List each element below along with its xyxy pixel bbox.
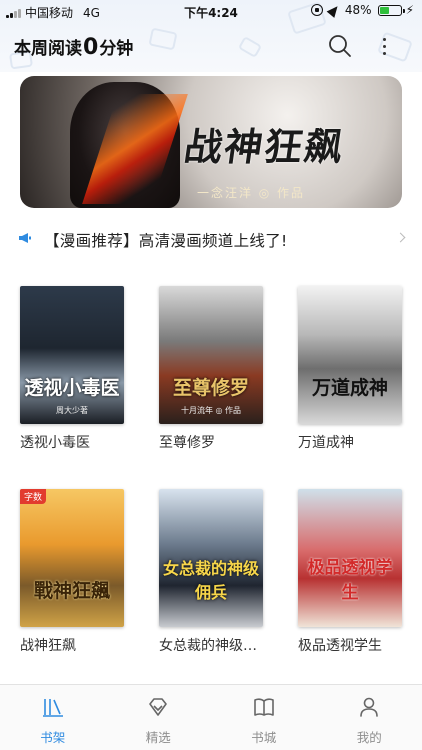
reading-minutes-count: 0 [83, 35, 99, 60]
book-title: 极品透视学生 [298, 638, 382, 654]
person-icon [360, 697, 379, 717]
more-dot-icon [382, 44, 386, 48]
book-title: 透视小毒医 [20, 435, 90, 451]
chevron-right-icon [395, 232, 406, 243]
page-title: 本周阅读 0 分钟 [14, 34, 133, 60]
book-title: 至尊修罗 [159, 435, 215, 451]
banner-author: 一念汪洋 ◎ 作品 [196, 186, 306, 200]
bottom-tab-bar: 书架 精选 书城 我的 [0, 684, 422, 750]
book-item[interactable]: 透视小毒医 周大少著 透视小毒医 [20, 286, 124, 452]
cover-tag: 字数 [20, 489, 47, 504]
book-item[interactable]: 万道成神 万道成神 [298, 286, 402, 452]
status-bar-right: 48% ⚡ [310, 2, 414, 18]
reading-title-suffix: 分钟 [99, 39, 134, 59]
book-item[interactable]: 极品透视学生 极品透视学生 [298, 489, 402, 655]
book-cover: 透视小毒医 周大少著 [20, 286, 124, 424]
book-cover: 极品透视学生 [298, 489, 402, 627]
tab-featured[interactable]: 精选 [106, 685, 212, 750]
book-item[interactable]: 至尊修罗 十月流年 ◎ 作品 至尊修罗 [159, 286, 263, 452]
cover-title: 极品透视学生 [307, 558, 393, 603]
title-row: 本周阅读 0 分钟 [0, 26, 422, 66]
location-icon [326, 2, 342, 18]
more-dot-icon [382, 37, 386, 41]
tab-label: 我的 [356, 730, 382, 745]
cover-title: 透视小毒医 [24, 377, 120, 399]
tab-label: 书架 [40, 730, 66, 745]
cover-title: 女总裁的神级佣兵 [163, 559, 260, 602]
promo-banner[interactable]: 战神狂飙 一念汪洋 ◎ 作品 [20, 76, 402, 208]
battery-icon [377, 4, 405, 16]
battery-fill [379, 6, 390, 14]
cover-title: 万道成神 [311, 377, 388, 399]
bookshelf-icon [42, 699, 63, 717]
cover-author: 周大少著 [56, 406, 88, 415]
charging-icon: ⚡ [405, 3, 414, 17]
reading-title-prefix: 本周阅读 [14, 39, 82, 59]
tab-bookstore[interactable]: 书城 [211, 685, 317, 750]
book-cover: 字数 戰神狂飆 [20, 489, 124, 627]
book-cover: 万道成神 [298, 286, 402, 424]
tab-profile[interactable]: 我的 [317, 685, 422, 750]
book-cover: 女总裁的神级佣兵 [159, 489, 263, 627]
cover-title: 至尊修罗 [172, 377, 249, 399]
tab-label: 书城 [251, 730, 277, 745]
tab-label: 精选 [145, 730, 171, 745]
book-cover: 至尊修罗 十月流年 ◎ 作品 [159, 286, 263, 424]
announcement-text: 【漫画推荐】高清漫画频道上线了! [44, 232, 288, 250]
open-book-icon [253, 698, 274, 716]
book-title: 战神狂飙 [20, 638, 76, 654]
book-title: 万道成神 [298, 435, 354, 451]
search-button[interactable] [326, 32, 354, 60]
search-icon [329, 35, 351, 57]
banner-title: 战神狂飙 [181, 124, 348, 169]
rotation-lock-icon [310, 4, 323, 16]
status-bar: 中国移动 4G 下午4:24 48% ⚡ [0, 0, 422, 22]
more-dot-icon [382, 51, 386, 55]
diamond-icon [149, 698, 168, 716]
tab-bookshelf[interactable]: 书架 [0, 685, 106, 750]
cover-title: 戰神狂飆 [33, 580, 110, 602]
announcement-bar[interactable]: 【漫画推荐】高清漫画频道上线了! [0, 224, 422, 254]
book-item[interactable]: 女总裁的神级佣兵 女总裁的神级… [159, 489, 263, 655]
megaphone-icon [19, 233, 31, 243]
cover-author: 十月流年 ◎ 作品 [180, 406, 242, 415]
book-title: 女总裁的神级… [159, 638, 257, 654]
book-item[interactable]: 字数 戰神狂飆 战神狂飙 [20, 489, 124, 655]
battery-percent: 48% [344, 3, 372, 17]
more-options-button[interactable] [370, 32, 398, 60]
